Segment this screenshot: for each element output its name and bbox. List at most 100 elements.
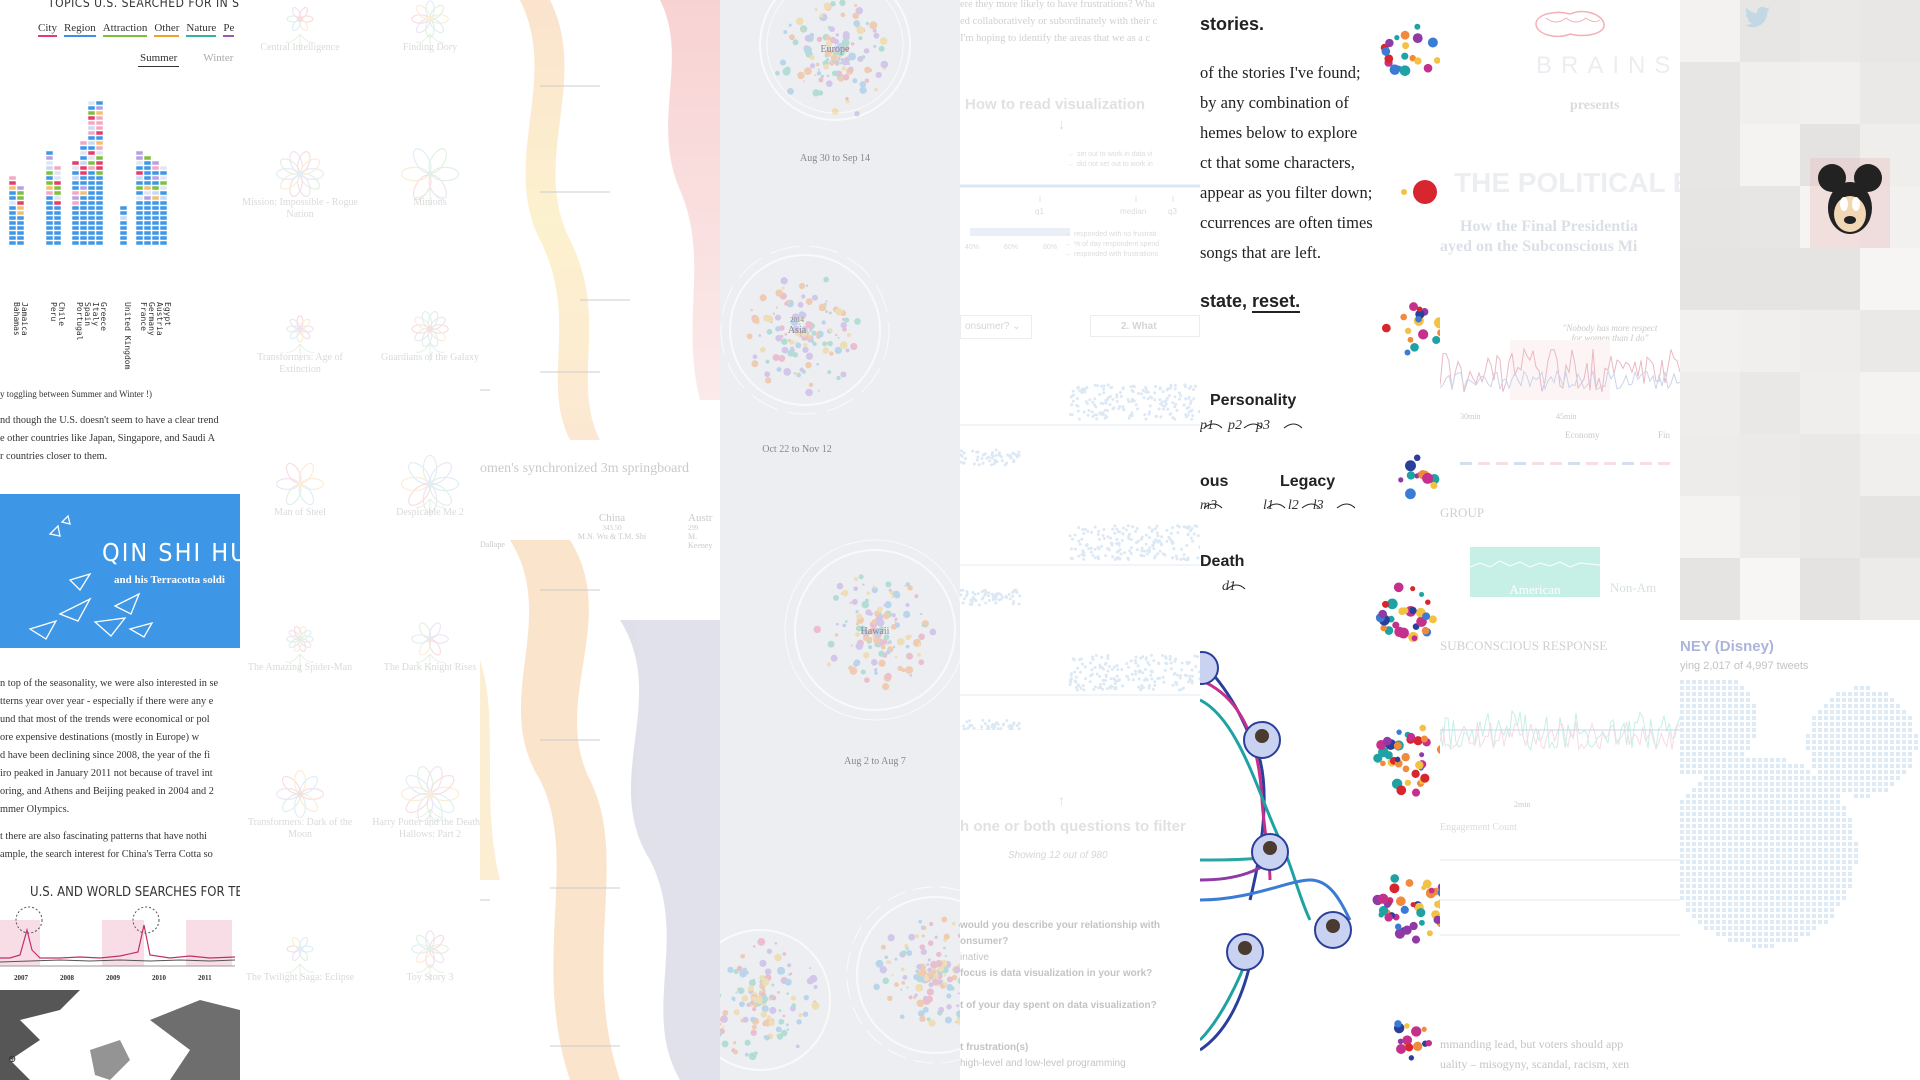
- bar-segment: [53, 225, 62, 231]
- intro-line: ed collaboratively or subordinately with…: [960, 16, 1158, 27]
- category-tabs: City Region Attraction Other Nature Pe: [38, 22, 235, 37]
- how-to-read: How to read visualization: [965, 96, 1146, 113]
- category-tab[interactable]: Pe: [223, 22, 235, 37]
- bar-segment: [95, 195, 104, 201]
- bar-segment: [95, 140, 104, 146]
- bar-segment: [8, 230, 17, 236]
- col-names: M. Keeney: [688, 532, 713, 550]
- qin-banner[interactable]: QIN SHI HUAN and his Terracotta soldi: [0, 494, 240, 648]
- mosaic-photo: [1740, 372, 1800, 434]
- category-tab[interactable]: Attraction: [102, 22, 148, 37]
- col-names: M.N. Wu & T.M. Shi: [577, 532, 647, 541]
- mickey-dot-matrix: [1680, 680, 1918, 948]
- bar-segment: [87, 190, 96, 196]
- disney-label[interactable]: NEY (Disney): [1680, 638, 1774, 655]
- answer-option[interactable]: high-level and low-level programming: [960, 1056, 1160, 1072]
- bar-segment: [95, 150, 104, 156]
- axis-median: median: [1120, 207, 1147, 216]
- mosaic-photo: [1680, 248, 1740, 310]
- category-tab[interactable]: Other: [154, 22, 180, 37]
- mosaic-photo: [1740, 62, 1800, 124]
- bar-segment: [95, 100, 104, 106]
- footer-line: uality – misogyny, scandal, racism, xen: [1440, 1057, 1630, 1071]
- mosaic-photo: [1740, 310, 1800, 372]
- bar-segment: [151, 190, 160, 196]
- mosaic-photo: [1800, 372, 1860, 434]
- mosaic-photo: [1740, 496, 1800, 558]
- bar-segment: [151, 240, 160, 246]
- bar-segment: [16, 200, 25, 206]
- answer-option[interactable]: inative: [960, 950, 1160, 966]
- bar-segment: [45, 175, 54, 181]
- bar-segment: [159, 190, 168, 196]
- movie-title: Despicable Me 2: [396, 507, 464, 518]
- response-line-chart: [1440, 340, 1680, 465]
- paragraph-line: d have been declining since 2008, the ye…: [0, 750, 211, 761]
- bar-segment: [8, 225, 17, 231]
- bar-segment: [87, 200, 96, 206]
- bar-segment: [71, 160, 80, 166]
- question-1[interactable]: would you describe your relationship wit…: [960, 918, 1160, 934]
- bar-segment: [87, 215, 96, 221]
- label-hawaii-dates: Aug 2 to Aug 7: [844, 756, 906, 767]
- movie-title: Toy Story 3: [406, 972, 454, 983]
- category-tab[interactable]: City: [38, 22, 57, 37]
- bar-segment: [79, 140, 88, 146]
- bar-segment: [45, 240, 54, 246]
- question-dropdown-1[interactable]: onsumer? ⌄: [960, 315, 1032, 339]
- accent-dot: [1413, 180, 1437, 204]
- event-heading: omen's synchronized 3m springboard: [480, 461, 689, 476]
- question-4[interactable]: t frustration(s): [960, 1040, 1160, 1056]
- season-winter[interactable]: Winter: [203, 52, 233, 67]
- bar-segment: [45, 190, 54, 196]
- bar-segment: [95, 185, 104, 191]
- bar-segment: [143, 185, 152, 191]
- bar-segment: [16, 185, 25, 191]
- bar-segment: [119, 235, 128, 241]
- bar-segment: [95, 235, 104, 241]
- bar-segment: [151, 205, 160, 211]
- bar-segment: [53, 195, 62, 201]
- question-3[interactable]: t of your day spent on data visualizatio…: [960, 998, 1160, 1014]
- bar-segment: [135, 150, 144, 156]
- movie-title: Guardians of the Galaxy: [380, 352, 480, 363]
- bar-segment: [159, 170, 168, 176]
- question-dropdown-2[interactable]: 2. What: [1090, 315, 1200, 337]
- paper-planes-illustration: [28, 514, 154, 640]
- bar-segment: [79, 220, 88, 226]
- question-2[interactable]: focus is data visualization in your work…: [960, 966, 1160, 982]
- bar-segment: [159, 215, 168, 221]
- bar-segment: [143, 215, 152, 221]
- group-label: GROUP: [1440, 505, 1485, 520]
- paragraph-line: e other countries like Japan, Singapore,…: [0, 433, 216, 444]
- bar-segment: [8, 180, 17, 186]
- bar-segment: [159, 235, 168, 241]
- season-summer[interactable]: Summer: [138, 52, 180, 67]
- time-2min: 2min: [1514, 800, 1531, 809]
- bar-segment: [143, 240, 152, 246]
- banner-subtitle: and his Terracotta soldi: [114, 574, 225, 586]
- country-label: United Kingdom: [123, 302, 132, 370]
- group-non-am[interactable]: Non-Am: [1610, 580, 1656, 596]
- toggle-note: y toggling between Summer and Winter !): [0, 389, 152, 399]
- bar-segment: [8, 220, 17, 226]
- movie-title: The Dark Knight Rises: [383, 662, 477, 673]
- bar-segment: [79, 225, 88, 231]
- legend-top: ← set out to work in data vi ← did not s…: [1068, 151, 1153, 168]
- bar-segment: [16, 225, 25, 231]
- category-tab[interactable]: Region: [63, 22, 96, 37]
- bar-segment: [79, 185, 88, 191]
- bar-segment: [151, 200, 160, 206]
- group-american-button[interactable]: American: [1470, 547, 1600, 597]
- bar-segment: [95, 200, 104, 206]
- season-toggle: Summer Winter: [138, 52, 233, 67]
- bar-segment: [151, 175, 160, 181]
- bar-segment: [95, 160, 104, 166]
- bar-segment: [53, 205, 62, 211]
- twitter-icon[interactable]: [1742, 2, 1772, 32]
- bar-segment: [135, 165, 144, 171]
- map-zoom-icon[interactable]: ⊕: [8, 1054, 16, 1065]
- bar-segment: [143, 230, 152, 236]
- mosaic-photo: [1680, 186, 1740, 248]
- category-tab[interactable]: Nature: [186, 22, 217, 37]
